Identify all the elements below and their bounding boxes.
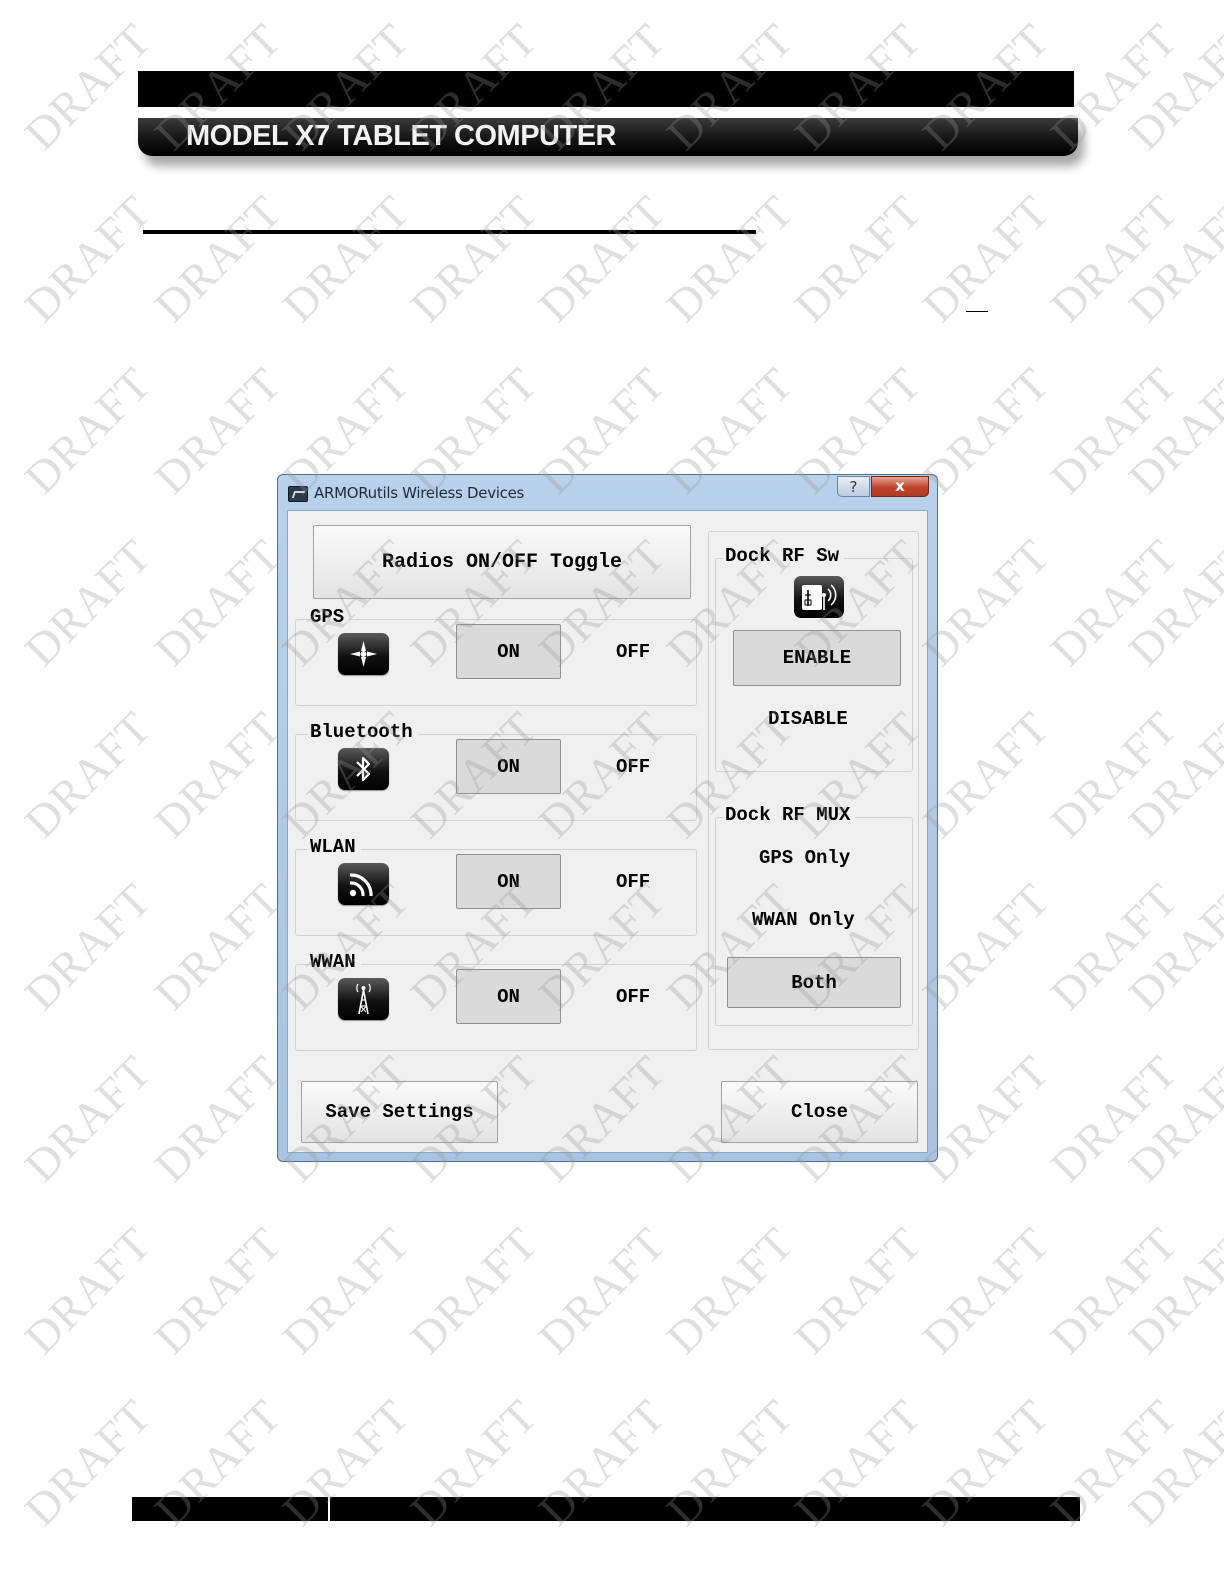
- watermark-text: DRAFT: [144, 185, 292, 332]
- dialog-titlebar[interactable]: ARMORutils Wireless Devices ? x: [278, 475, 937, 509]
- footer-bar-left: [132, 1497, 328, 1521]
- watermark-text: DRAFT: [14, 185, 162, 332]
- wireless-devices-dialog: ARMORutils Wireless Devices ? x Radios O…: [277, 474, 938, 1162]
- watermark-text: DRAFT: [1040, 873, 1188, 1020]
- watermark-text: DRAFT: [1040, 701, 1188, 848]
- dialog-title: ARMORutils Wireless Devices: [314, 484, 525, 502]
- mux-wwan-only-option[interactable]: WWAN Only: [752, 909, 855, 931]
- dock-rf-disable-option[interactable]: DISABLE: [768, 708, 848, 730]
- wlan-on-button[interactable]: ON: [456, 854, 561, 909]
- gps-icon: [338, 633, 389, 675]
- bluetooth-icon: [338, 748, 389, 790]
- wlan-icon: [338, 863, 389, 905]
- watermark-text: DRAFT: [144, 1045, 292, 1192]
- wwan-icon: [338, 978, 389, 1020]
- watermark-text: DRAFT: [1118, 701, 1224, 848]
- watermark-text: DRAFT: [528, 185, 676, 332]
- watermark-text: DRAFT: [144, 1217, 292, 1364]
- watermark-text: DRAFT: [400, 185, 548, 332]
- watermark-text: DRAFT: [912, 1217, 1060, 1364]
- app-icon: [288, 486, 308, 502]
- watermark-text: DRAFT: [272, 1217, 420, 1364]
- document-title: MODEL X7 TABLET COMPUTER: [186, 120, 617, 152]
- watermark-text: DRAFT: [14, 701, 162, 848]
- bluetooth-on-button[interactable]: ON: [456, 739, 561, 794]
- dock-rf-enable-button[interactable]: ENABLE: [733, 630, 901, 686]
- text-dash: [966, 311, 988, 312]
- wwan-group-label: WWAN: [308, 951, 361, 973]
- watermark-text: DRAFT: [1118, 1217, 1224, 1364]
- help-button[interactable]: ?: [837, 476, 870, 497]
- mux-gps-only-option[interactable]: GPS Only: [759, 847, 850, 869]
- close-button[interactable]: Close: [721, 1081, 918, 1143]
- watermark-text: DRAFT: [144, 873, 292, 1020]
- watermark-text: DRAFT: [14, 357, 162, 504]
- watermark-text: DRAFT: [656, 1217, 804, 1364]
- mux-both-button[interactable]: Both: [727, 957, 901, 1008]
- watermark-text: DRAFT: [144, 701, 292, 848]
- dock-antenna-icon: [794, 576, 844, 618]
- watermark-text: DRAFT: [14, 1045, 162, 1192]
- watermark-text: DRAFT: [1040, 357, 1188, 504]
- wwan-on-button[interactable]: ON: [456, 969, 561, 1024]
- watermark-text: DRAFT: [1118, 1389, 1224, 1536]
- watermark-text: DRAFT: [1118, 873, 1224, 1020]
- wlan-group-label: WLAN: [308, 836, 361, 858]
- section-heading-rule: [143, 230, 756, 234]
- watermark-text: DRAFT: [14, 873, 162, 1020]
- gps-off-option[interactable]: OFF: [616, 641, 650, 663]
- wlan-off-option[interactable]: OFF: [616, 871, 650, 893]
- dock-rf-mux-label: Dock RF MUX: [723, 804, 856, 826]
- watermark-text: DRAFT: [1040, 1217, 1188, 1364]
- radios-toggle-button[interactable]: Radios ON/OFF Toggle: [313, 525, 691, 599]
- bluetooth-group-label: Bluetooth: [308, 721, 418, 743]
- watermark-text: DRAFT: [1118, 185, 1224, 332]
- watermark-text: DRAFT: [1118, 357, 1224, 504]
- watermark-text: DRAFT: [144, 529, 292, 676]
- watermark-text: DRAFT: [1040, 185, 1188, 332]
- bluetooth-off-option[interactable]: OFF: [616, 756, 650, 778]
- header-black-bar: [138, 71, 1074, 107]
- watermark-text: DRAFT: [400, 1217, 548, 1364]
- save-settings-button[interactable]: Save Settings: [301, 1081, 498, 1143]
- watermark-text: DRAFT: [1118, 13, 1224, 160]
- title-banner: MODEL X7 TABLET COMPUTER: [138, 118, 1078, 156]
- watermark-text: DRAFT: [14, 1217, 162, 1364]
- watermark-text: DRAFT: [1040, 1045, 1188, 1192]
- watermark-text: DRAFT: [1118, 529, 1224, 676]
- dock-rf-sw-label: Dock RF Sw: [723, 545, 845, 567]
- watermark-text: DRAFT: [1040, 529, 1188, 676]
- watermark-text: DRAFT: [656, 185, 804, 332]
- watermark-text: DRAFT: [144, 357, 292, 504]
- watermark-text: DRAFT: [784, 1217, 932, 1364]
- watermark-text: DRAFT: [784, 185, 932, 332]
- watermark-text: DRAFT: [272, 185, 420, 332]
- gps-on-button[interactable]: ON: [456, 624, 561, 679]
- gps-group-label: GPS: [308, 606, 350, 628]
- wwan-off-option[interactable]: OFF: [616, 986, 650, 1008]
- watermark-text: DRAFT: [1118, 1045, 1224, 1192]
- footer-bar-right: [330, 1497, 1080, 1521]
- watermark-text: DRAFT: [14, 529, 162, 676]
- watermark-text: DRAFT: [528, 1217, 676, 1364]
- dialog-client-area: Radios ON/OFF Toggle GPS ON OFF Bluetoot…: [287, 510, 928, 1153]
- window-close-button[interactable]: x: [871, 476, 929, 497]
